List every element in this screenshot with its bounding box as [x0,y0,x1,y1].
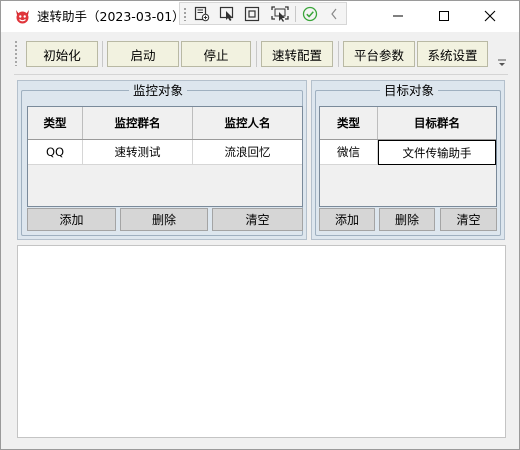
start-button[interactable]: 启动 [107,41,179,67]
toolbar-divider [14,74,508,75]
target-table-header: 类型 目标群名 [320,107,496,140]
target-table[interactable]: 类型 目标群名 微信 文件传输助手 [319,106,497,207]
log-textarea[interactable] [17,245,506,438]
monitor-table-header: 类型 监控群名 监控人名 [28,107,302,140]
column-header-target-group-name[interactable]: 目标群名 [378,107,496,139]
main-toolbar: 初始化 启动 停止 速转配置 平台参数 系统设置 [14,38,508,70]
minimize-icon [393,15,403,17]
toolstrip-separator [295,6,296,22]
transfer-config-button[interactable]: 速转配置 [261,41,333,67]
column-header-monitor-group-name[interactable]: 监控群名 [83,107,193,139]
add-frame-icon[interactable] [192,5,211,23]
close-icon [484,10,496,22]
toolbar-grip[interactable] [14,40,18,66]
toolbar-separator [102,41,103,67]
column-header-type[interactable]: 类型 [28,107,83,139]
monitor-add-button[interactable]: 添加 [27,208,116,231]
main-window: 速转助手（2023-03-01） 初始化 启动 停止 速转配置 平台参数 系统设… [0,0,520,450]
close-button[interactable] [467,1,513,31]
monitor-clear-button[interactable]: 清空 [212,208,303,231]
titlebar-toolstrip [179,2,347,25]
target-clear-button[interactable]: 清空 [440,208,497,231]
column-header-monitor-person-name[interactable]: 监控人名 [193,107,302,139]
maximize-icon [439,11,449,21]
window-title: 速转助手（2023-03-01） [37,9,185,24]
table-row[interactable]: QQ 速转测试 流浪回忆 [28,140,302,165]
monitor-group-title: 监控对象 [129,83,188,98]
cell-monitor-person-name[interactable]: 流浪回忆 [193,140,302,165]
table-row[interactable]: 微信 文件传输助手 [320,140,496,165]
toolstrip-grip[interactable] [183,7,187,21]
frame-icon[interactable] [242,5,261,23]
cell-target-group-name[interactable]: 文件传输助手 [378,140,496,165]
toolbar-separator [256,41,257,67]
cell-type[interactable]: QQ [28,140,83,165]
stop-button[interactable]: 停止 [181,41,251,67]
chevron-left-icon[interactable] [324,5,343,23]
system-settings-button[interactable]: 系统设置 [417,41,488,67]
toolbar-separator [338,41,339,67]
platform-params-button[interactable]: 平台参数 [343,41,415,67]
screen-select-icon[interactable] [270,5,289,23]
maximize-button[interactable] [421,1,467,31]
pointer-select-icon[interactable] [217,5,236,23]
cell-monitor-group-name[interactable]: 速转测试 [83,140,193,165]
target-group-title: 目标对象 [380,83,439,98]
column-header-type[interactable]: 类型 [320,107,378,139]
devil-face-icon [14,8,31,24]
target-group: 目标对象 类型 目标群名 微信 文件传输助手 添加 删除 清空 [311,80,505,240]
init-button[interactable]: 初始化 [26,41,98,67]
monitor-group: 监控对象 类型 监控群名 监控人名 QQ 速转测试 流浪回忆 添加 删除 清空 [17,80,307,240]
target-delete-button[interactable]: 删除 [379,208,435,231]
monitor-table[interactable]: 类型 监控群名 监控人名 QQ 速转测试 流浪回忆 [27,106,303,207]
title-bar[interactable]: 速转助手（2023-03-01） [1,1,519,32]
checkmark-icon[interactable] [300,5,319,23]
cell-type[interactable]: 微信 [320,140,378,165]
target-add-button[interactable]: 添加 [319,208,375,231]
chevron-down-icon[interactable] [497,57,507,67]
monitor-delete-button[interactable]: 删除 [120,208,208,231]
minimize-button[interactable] [375,1,421,31]
